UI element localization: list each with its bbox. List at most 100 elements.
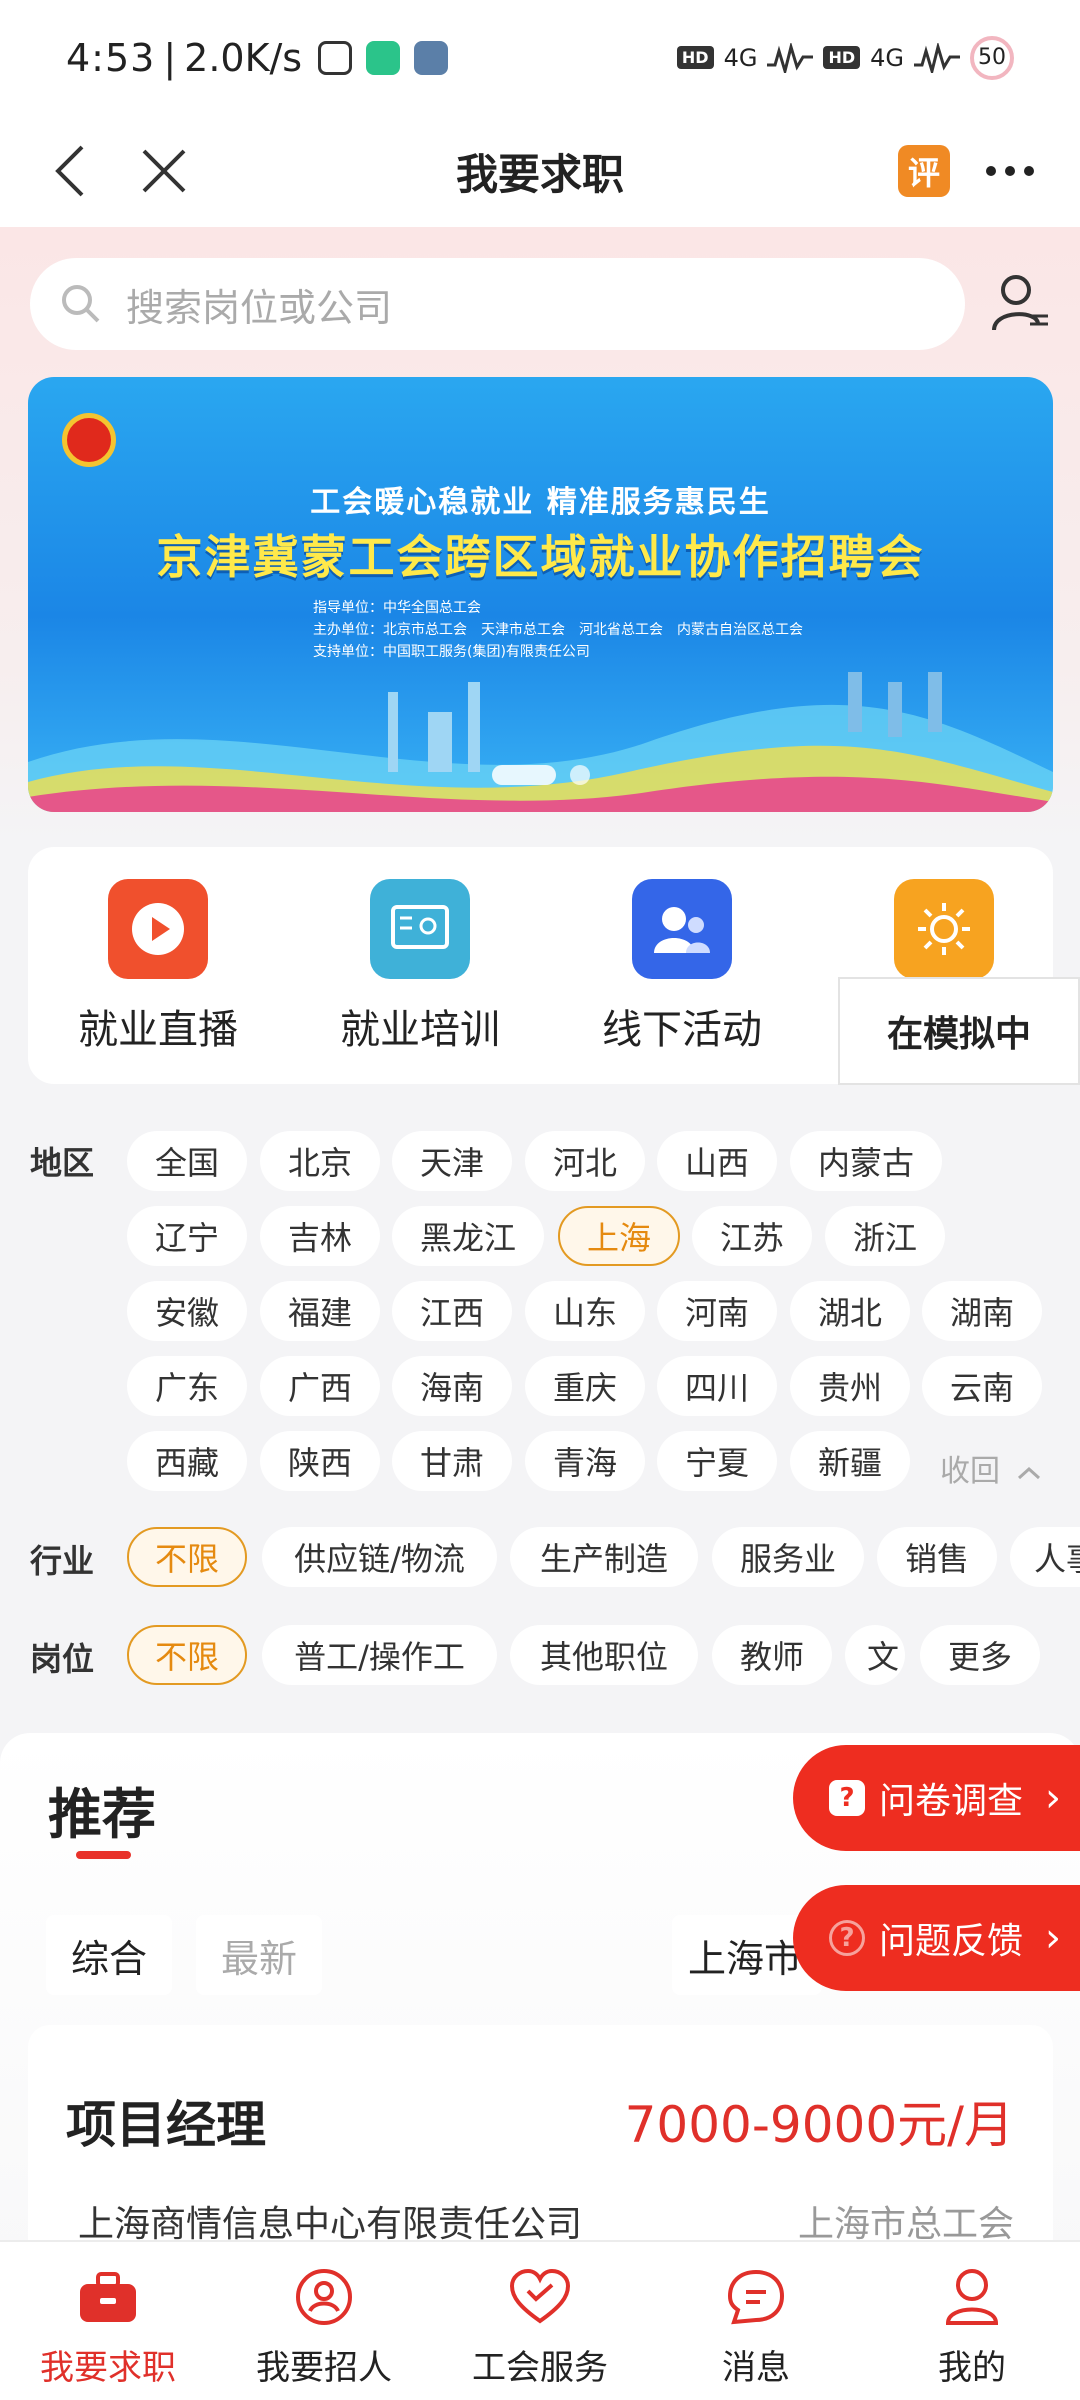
industry-chip[interactable]: 销售: [877, 1527, 997, 1587]
message-icon: [723, 2264, 789, 2330]
position-chip[interactable]: 普工/操作工: [262, 1625, 497, 1685]
region-chip[interactable]: 北京: [260, 1131, 380, 1191]
survey-label: 问卷调查: [879, 1781, 1024, 1822]
status-right: HD 4G HD 4G 50: [676, 35, 1014, 80]
quick-item-training[interactable]: 就业培训: [300, 879, 540, 1055]
review-button[interactable]: 评: [888, 135, 960, 207]
region-chip[interactable]: 江苏: [692, 1206, 812, 1266]
industry-chip[interactable]: 供应链/物流: [262, 1527, 497, 1587]
region-chip[interactable]: 新疆: [790, 1431, 910, 1491]
survey-button[interactable]: ? 问卷调查 ›: [793, 1745, 1080, 1851]
shield-app-icon: [366, 40, 401, 75]
region-chip[interactable]: 宁夏: [657, 1431, 777, 1491]
back-button[interactable]: [34, 135, 106, 207]
chevron-right-icon: ›: [1045, 1775, 1062, 1821]
tab-label: 工会服务: [472, 2348, 608, 2388]
banner-slogan: 工会暖心稳就业 精准服务惠民生: [310, 485, 771, 520]
region-chip[interactable]: 辽宁: [127, 1206, 247, 1266]
region-chip[interactable]: 海南: [392, 1356, 512, 1416]
tab-label: 消息: [722, 2348, 790, 2388]
job-salary: 7000-9000元/月: [624, 2096, 1014, 2154]
status-bar: 4:53 | 2.0K/s HD 4G HD 4G 50: [0, 0, 1080, 115]
tab-recruit[interactable]: 我要招人: [216, 2242, 432, 2400]
region-chip-selected[interactable]: 上海: [558, 1206, 680, 1266]
promo-banner[interactable]: 工会暖心稳就业 精准服务惠民生 京津冀蒙工会跨区域就业协作招聘会 指导单位：中华…: [28, 377, 1053, 812]
region-chip[interactable]: 广西: [260, 1356, 380, 1416]
region-chip[interactable]: 内蒙古: [790, 1131, 942, 1191]
industry-chip[interactable]: 人事: [1010, 1527, 1080, 1587]
feedback-button[interactable]: ? 问题反馈 ›: [793, 1885, 1080, 1991]
signal-icon-2: [914, 42, 960, 73]
region-chip[interactable]: 全国: [127, 1131, 247, 1191]
region-chip[interactable]: 浙江: [825, 1206, 945, 1266]
industry-chip[interactable]: 生产制造: [510, 1527, 698, 1587]
close-button[interactable]: [128, 135, 200, 207]
switch-role-button[interactable]: [990, 272, 1052, 334]
region-filter-label: 地区: [30, 1144, 95, 1182]
quick-item-label: 就业直播: [78, 1007, 238, 1053]
position-filter-label: 岗位: [30, 1640, 95, 1678]
quick-item-label: 线下活动: [602, 1007, 762, 1053]
region-chip[interactable]: 吉林: [260, 1206, 380, 1266]
region-chip[interactable]: 天津: [392, 1131, 512, 1191]
status-divider: |: [163, 35, 177, 80]
quick-item-4[interactable]: [824, 879, 1064, 979]
chevron-left-icon: [55, 145, 84, 197]
region-chip[interactable]: 黑龙江: [392, 1206, 544, 1266]
sort-comprehensive-button[interactable]: 综合: [46, 1915, 172, 1995]
quick-item-offline[interactable]: 线下活动: [562, 879, 802, 1055]
region-chip[interactable]: 湖北: [790, 1281, 910, 1341]
tab-profile[interactable]: 我的: [864, 2242, 1080, 2400]
collapse-regions-button[interactable]: 收回: [940, 1446, 1042, 1490]
region-chip[interactable]: 安徽: [127, 1281, 247, 1341]
search-icon: [62, 285, 100, 323]
region-chip[interactable]: 湖南: [922, 1281, 1042, 1341]
region-chip[interactable]: 四川: [657, 1356, 777, 1416]
region-chip[interactable]: 江西: [392, 1281, 512, 1341]
quick-item-live[interactable]: 就业直播: [38, 879, 278, 1055]
region-chip[interactable]: 重庆: [525, 1356, 645, 1416]
tab-label: 我要求职: [40, 2348, 176, 2388]
region-chip[interactable]: 青海: [525, 1431, 645, 1491]
region-chip[interactable]: 福建: [260, 1281, 380, 1341]
industry-chip-selected[interactable]: 不限: [127, 1527, 247, 1587]
user-switch-icon: [992, 275, 1048, 331]
search-placeholder: 搜索岗位或公司: [126, 285, 393, 330]
region-chip[interactable]: 河北: [525, 1131, 645, 1191]
more-positions-button[interactable]: 更多: [920, 1625, 1040, 1685]
position-chip[interactable]: 教师: [712, 1625, 832, 1685]
region-chip[interactable]: 西藏: [127, 1431, 247, 1491]
more-menu-button[interactable]: [974, 135, 1046, 207]
tab-union-service[interactable]: 工会服务: [432, 2242, 648, 2400]
position-chip[interactable]: 文: [845, 1625, 905, 1685]
region-chip[interactable]: 山西: [657, 1131, 777, 1191]
collapse-label: 收回: [940, 1454, 1000, 1489]
search-input[interactable]: 搜索岗位或公司: [30, 258, 965, 350]
region-chip[interactable]: 贵州: [790, 1356, 910, 1416]
sort-latest-button[interactable]: 最新: [196, 1915, 322, 1995]
banner-skyline-art: [28, 672, 1053, 812]
banner-dot-active[interactable]: [491, 765, 556, 785]
banner-dot[interactable]: [569, 765, 590, 785]
bottom-tab-bar: 我要求职 我要招人 工会服务 消息 我的: [0, 2240, 1080, 2400]
industry-filter-label: 行业: [30, 1542, 95, 1580]
region-chip[interactable]: 陕西: [260, 1431, 380, 1491]
banner-title: 京津冀蒙工会跨区域就业协作招聘会: [156, 530, 925, 584]
region-chip[interactable]: 甘肃: [392, 1431, 512, 1491]
tab-job-seeking[interactable]: 我要求职: [0, 2242, 216, 2400]
briefcase-icon: [75, 2264, 141, 2330]
position-chip-selected[interactable]: 不限: [127, 1625, 247, 1685]
industry-chip[interactable]: 服务业: [712, 1527, 864, 1587]
hd-badge: HD: [676, 46, 714, 69]
more-dots-icon: [986, 166, 1034, 176]
chevron-up-icon: [1017, 1466, 1040, 1480]
quick-item-label: 就业培训: [340, 1007, 500, 1053]
position-chip[interactable]: 其他职位: [510, 1625, 698, 1685]
simulating-toast: 在模拟中: [838, 977, 1080, 1085]
region-chip[interactable]: 河南: [657, 1281, 777, 1341]
region-chip[interactable]: 云南: [922, 1356, 1042, 1416]
region-chip[interactable]: 广东: [127, 1356, 247, 1416]
tab-messages[interactable]: 消息: [648, 2242, 864, 2400]
region-chip[interactable]: 山东: [525, 1281, 645, 1341]
gallery-app-icon: [414, 40, 449, 75]
